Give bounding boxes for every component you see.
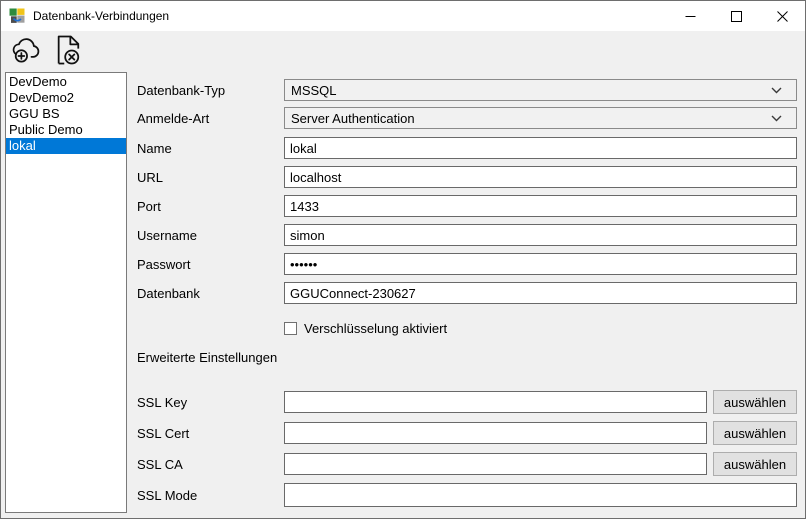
port-input[interactable] [284,195,797,217]
app-logo-icon [9,8,25,24]
close-button[interactable] [759,1,805,31]
list-item-public-demo[interactable]: Public Demo [6,122,126,138]
window-controls [667,1,805,31]
window-title: Datenbank-Verbindungen [33,9,169,23]
passwort-input[interactable] [284,253,797,275]
delete-connection-button[interactable] [51,34,85,66]
field-row-port: Port [137,195,797,217]
field-row-ssl-cert: SSL Cert auswählen [137,421,797,445]
list-item-devdemo2[interactable]: DevDemo2 [6,90,126,106]
ssl-cert-label: SSL Cert [137,426,284,441]
encryption-checkbox-label: Verschlüsselung aktiviert [304,321,447,336]
ssl-cert-choose-button[interactable]: auswählen [713,421,797,445]
port-label: Port [137,199,284,214]
advanced-settings-heading: Erweiterte Einstellungen [137,350,277,365]
datenbank-input[interactable] [284,282,797,304]
ssl-mode-input[interactable] [284,483,797,507]
field-row-username: Username [137,224,797,246]
connection-list[interactable]: DevDemo DevDemo2 GGU BS Public Demo loka… [5,72,127,513]
field-row-ssl-ca: SSL CA auswählen [137,452,797,476]
name-label: Name [137,141,284,156]
passwort-label: Passwort [137,257,284,272]
ssl-key-choose-button[interactable]: auswählen [713,390,797,414]
list-item-lokal[interactable]: lokal [6,138,126,154]
ssl-ca-input[interactable] [284,453,707,475]
chevron-down-icon [771,115,782,122]
cloud-plus-icon [9,35,42,65]
titlebar: Datenbank-Verbindungen [1,1,805,31]
maximize-icon [731,11,742,22]
connection-form: Datenbank-Typ MSSQL Anmelde-Art Server A… [127,69,805,518]
content-area: DevDemo DevDemo2 GGU BS Public Demo loka… [1,69,805,518]
field-row-ssl-mode: SSL Mode [137,483,797,507]
minimize-icon [685,11,696,22]
datenbank-typ-label: Datenbank-Typ [137,83,284,98]
toolbar [1,31,805,69]
list-item-ggu-bs[interactable]: GGU BS [6,106,126,122]
encryption-checkbox[interactable] [284,322,297,335]
encryption-row: Verschlüsselung aktiviert [137,320,797,336]
field-row-url: URL [137,166,797,188]
url-input[interactable] [284,166,797,188]
ssl-ca-choose-button[interactable]: auswählen [713,452,797,476]
field-row-name: Name [137,137,797,159]
ssl-ca-label: SSL CA [137,457,284,472]
username-label: Username [137,228,284,243]
field-row-datenbank: Datenbank [137,282,797,304]
database-connections-window: Datenbank-Verbindungen [0,0,806,519]
datenbank-typ-select[interactable]: MSSQL [284,79,797,101]
ssl-cert-input[interactable] [284,422,707,444]
advanced-settings-section: Erweiterte Einstellungen [137,349,797,365]
url-label: URL [137,170,284,185]
minimize-button[interactable] [667,1,713,31]
chevron-down-icon [771,87,782,94]
field-row-ssl-key: SSL Key auswählen [137,390,797,414]
name-input[interactable] [284,137,797,159]
username-input[interactable] [284,224,797,246]
maximize-button[interactable] [713,1,759,31]
ssl-key-label: SSL Key [137,395,284,410]
list-item-devdemo[interactable]: DevDemo [6,74,126,90]
add-connection-button[interactable] [8,34,42,66]
field-row-passwort: Passwort [137,253,797,275]
ssl-mode-label: SSL Mode [137,488,284,503]
datenbank-typ-value: MSSQL [291,83,771,98]
datenbank-label: Datenbank [137,286,284,301]
anmelde-art-select[interactable]: Server Authentication [284,107,797,129]
field-row-datenbank-typ: Datenbank-Typ MSSQL [137,79,797,101]
anmelde-art-value: Server Authentication [291,111,771,126]
field-row-anmelde-art: Anmelde-Art Server Authentication [137,107,797,129]
ssl-key-input[interactable] [284,391,707,413]
close-icon [777,11,788,22]
file-x-icon [54,34,82,66]
anmelde-art-label: Anmelde-Art [137,111,284,126]
